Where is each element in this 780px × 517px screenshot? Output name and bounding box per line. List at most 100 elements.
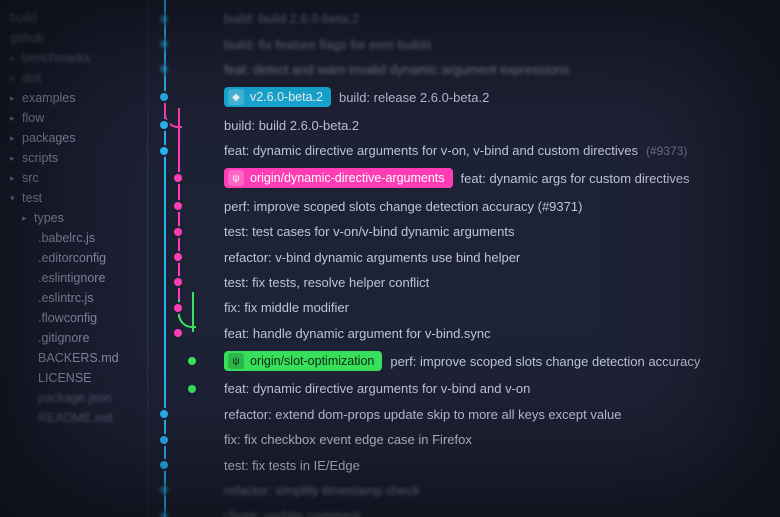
- commit-dot-icon: [160, 93, 168, 101]
- tree-item-label: LICENSE: [38, 371, 92, 385]
- branch-badge[interactable]: ψorigin/slot-optimization: [224, 351, 382, 371]
- commit-row[interactable]: feat: dynamic directive arguments for v-…: [224, 376, 780, 401]
- commit-message: test: test cases for v-on/v-bind dynamic…: [224, 224, 514, 239]
- file-tree-sidebar[interactable]: buildgithub▸benchmarks▸dist▸examples▸flo…: [0, 0, 148, 517]
- commit-message: refactor: extend dom-props update skip t…: [224, 407, 621, 422]
- tree-item[interactable]: ▸ src: [10, 168, 147, 188]
- tree-item[interactable]: .eslintrc.js: [10, 288, 147, 308]
- tree-item-label: .editorconfig: [38, 251, 106, 265]
- commit-row[interactable]: feat: handle dynamic argument for v-bind…: [224, 321, 780, 346]
- tree-item[interactable]: .gitignore: [10, 328, 147, 348]
- commit-row[interactable]: build: build 2.6.0-beta.2: [224, 6, 780, 31]
- commit-message: feat: detect and warn invalid dynamic ar…: [224, 62, 569, 77]
- commit-message: perf: improve scoped slots change detect…: [390, 354, 700, 369]
- badge-label: origin/slot-optimization: [250, 354, 374, 368]
- commit-message: chore: update comment: [224, 508, 361, 517]
- commit-dot-icon: [160, 15, 168, 23]
- commit-dot-icon: [160, 410, 168, 418]
- commit-message: refactor: v-bind dynamic arguments use b…: [224, 250, 520, 265]
- tree-item-label: README.md: [38, 411, 112, 425]
- commit-row[interactable]: ψorigin/dynamic-directive-argumentsfeat:…: [224, 163, 780, 193]
- tree-item[interactable]: build: [10, 8, 147, 28]
- tree-item-label: scripts: [22, 151, 58, 165]
- tree-item[interactable]: ▸flow: [10, 108, 147, 128]
- commit-row[interactable]: refactor: extend dom-props update skip t…: [224, 402, 780, 427]
- commit-row[interactable]: perf: improve scoped slots change detect…: [224, 194, 780, 219]
- commit-dot-icon: [160, 65, 168, 73]
- commit-row[interactable]: fix: fix middle modifier: [224, 295, 780, 320]
- tag-icon: ◆: [228, 89, 244, 105]
- tree-item-label: package.json: [38, 391, 112, 405]
- commit-row[interactable]: refactor: v-bind dynamic arguments use b…: [224, 244, 780, 269]
- commit-row[interactable]: build: fix feature flags for esm builds: [224, 31, 780, 56]
- tree-item[interactable]: .eslintignore: [10, 268, 147, 288]
- commit-row[interactable]: fix: fix checkbox event edge case in Fir…: [224, 427, 780, 452]
- tree-item-label: flow: [22, 111, 44, 125]
- badge-label: origin/dynamic-directive-arguments: [250, 171, 445, 185]
- tree-item[interactable]: ▸examples: [10, 88, 147, 108]
- chevron-icon: ▸: [10, 73, 18, 84]
- tree-item[interactable]: LICENSE: [10, 368, 147, 388]
- file-tree: buildgithub▸benchmarks▸dist▸examples▸flo…: [10, 8, 147, 428]
- chevron-icon: ▸: [10, 173, 18, 184]
- commit-dot-icon: [160, 40, 168, 48]
- commit-row[interactable]: feat: detect and warn invalid dynamic ar…: [224, 57, 780, 82]
- tree-item[interactable]: .babelrc.js: [10, 228, 147, 248]
- tree-item-label: BACKERS.md: [38, 351, 119, 365]
- tree-item[interactable]: BACKERS.md: [10, 348, 147, 368]
- tree-item-label: .eslintrc.js: [38, 291, 94, 305]
- commit-dot-icon: [174, 329, 182, 337]
- commit-dot-icon: [188, 357, 196, 365]
- commit-message: feat: handle dynamic argument for v-bind…: [224, 326, 491, 341]
- tree-item-label: github: [10, 31, 44, 45]
- app-root: buildgithub▸benchmarks▸dist▸examples▸flo…: [0, 0, 780, 517]
- commit-message: build: release 2.6.0-beta.2: [339, 90, 489, 105]
- commit-message: build: build 2.6.0-beta.2: [224, 11, 359, 26]
- branch-badge[interactable]: ψ origin/dynamic-directive-arguments: [224, 168, 453, 188]
- commit-graph-panel[interactable]: build: build 2.6.0-beta.2 build: fix feat…: [148, 0, 780, 517]
- chevron-icon: ▾: [10, 193, 18, 204]
- commit-message: test: fix tests in IE/Edge: [224, 458, 360, 473]
- commit-row[interactable]: test: test cases for v-on/v-bind dynamic…: [224, 219, 780, 244]
- tree-item-label: .gitignore: [38, 331, 89, 345]
- commit-message: feat: dynamic directive arguments for v-…: [224, 143, 638, 158]
- tree-item[interactable]: github: [10, 28, 147, 48]
- tree-item-label: src: [22, 171, 39, 185]
- commit-dot-icon: [160, 461, 168, 469]
- branch-icon: ψ: [228, 170, 244, 186]
- commit-row[interactable]: ◆v2.6.0-beta.2 build: release 2.6.0-beta.…: [224, 82, 780, 112]
- tree-item[interactable]: ▸ packages: [10, 128, 147, 148]
- commit-dot-icon: [188, 385, 196, 393]
- commit-message: fix: fix middle modifier: [224, 300, 349, 315]
- commit-message: build: fix feature flags for esm builds: [224, 37, 431, 52]
- tree-item-label: .eslintignore: [38, 271, 105, 285]
- chevron-icon: ▸: [10, 133, 18, 144]
- commit-row[interactable]: chore: update comment: [224, 503, 780, 517]
- commit-row[interactable]: refactor: simplify timestamp check: [224, 478, 780, 503]
- tree-item[interactable]: ▸benchmarks: [10, 48, 147, 68]
- commit-row[interactable]: build: build 2.6.0-beta.2: [224, 113, 780, 138]
- tag-badge[interactable]: ◆v2.6.0-beta.2: [224, 87, 331, 107]
- commit-message: feat: dynamic directive arguments for v-…: [224, 381, 530, 396]
- commit-message: fix: fix checkbox event edge case in Fir…: [224, 432, 472, 447]
- chevron-icon: ▸: [10, 53, 18, 64]
- commit-dot-icon: [174, 253, 182, 261]
- commit-dot-icon: [160, 147, 168, 155]
- commit-dot-icon: [160, 486, 168, 494]
- commit-row[interactable]: feat: dynamic directive arguments for v-…: [224, 138, 780, 163]
- commit-row[interactable]: test: fix tests in IE/Edge: [224, 452, 780, 477]
- commit-row[interactable]: test: fix tests, resolve helper conflict: [224, 270, 780, 295]
- tree-item[interactable]: .flowconfig: [10, 308, 147, 328]
- tree-item[interactable]: ▾test: [10, 188, 147, 208]
- commit-message: build: build 2.6.0-beta.2: [224, 118, 359, 133]
- tree-item[interactable]: package.json: [10, 388, 147, 408]
- tree-item-label: packages: [22, 131, 76, 145]
- tree-item[interactable]: ▸scripts: [10, 148, 147, 168]
- tree-item[interactable]: README.md: [10, 408, 147, 428]
- tree-item-label: build: [10, 11, 36, 25]
- tree-item[interactable]: ▸types: [10, 208, 147, 228]
- commit-row[interactable]: ψorigin/slot-optimization perf: improve s…: [224, 346, 780, 376]
- tree-item[interactable]: ▸dist: [10, 68, 147, 88]
- tree-item[interactable]: .editorconfig: [10, 248, 147, 268]
- chevron-icon: ▸: [10, 93, 18, 104]
